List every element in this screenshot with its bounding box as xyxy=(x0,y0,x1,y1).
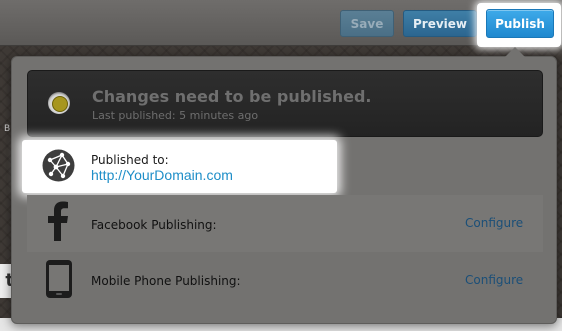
published-to-label: Published to: xyxy=(91,153,169,167)
publish-button[interactable]: Publish xyxy=(486,9,554,38)
preview-button[interactable]: Preview xyxy=(403,10,477,37)
mobile-phone-icon xyxy=(46,260,72,298)
background-text: B xyxy=(4,124,11,134)
status-title: Changes need to be published. xyxy=(92,87,372,106)
configure-facebook-link[interactable]: Configure xyxy=(465,216,523,230)
facebook-publishing-label: Facebook Publishing: xyxy=(91,218,217,232)
popover-caret xyxy=(505,47,525,57)
configure-mobile-link[interactable]: Configure xyxy=(465,273,523,287)
save-button[interactable]: Save xyxy=(340,10,394,37)
facebook-icon xyxy=(48,201,68,241)
last-published-text: Last published: 5 minutes ago xyxy=(92,109,259,122)
mobile-publishing-label: Mobile Phone Publishing: xyxy=(91,274,241,288)
published-site-link[interactable]: http://YourDomain.com xyxy=(91,167,233,183)
status-indicator-icon xyxy=(48,92,70,114)
globe-icon xyxy=(42,149,75,182)
